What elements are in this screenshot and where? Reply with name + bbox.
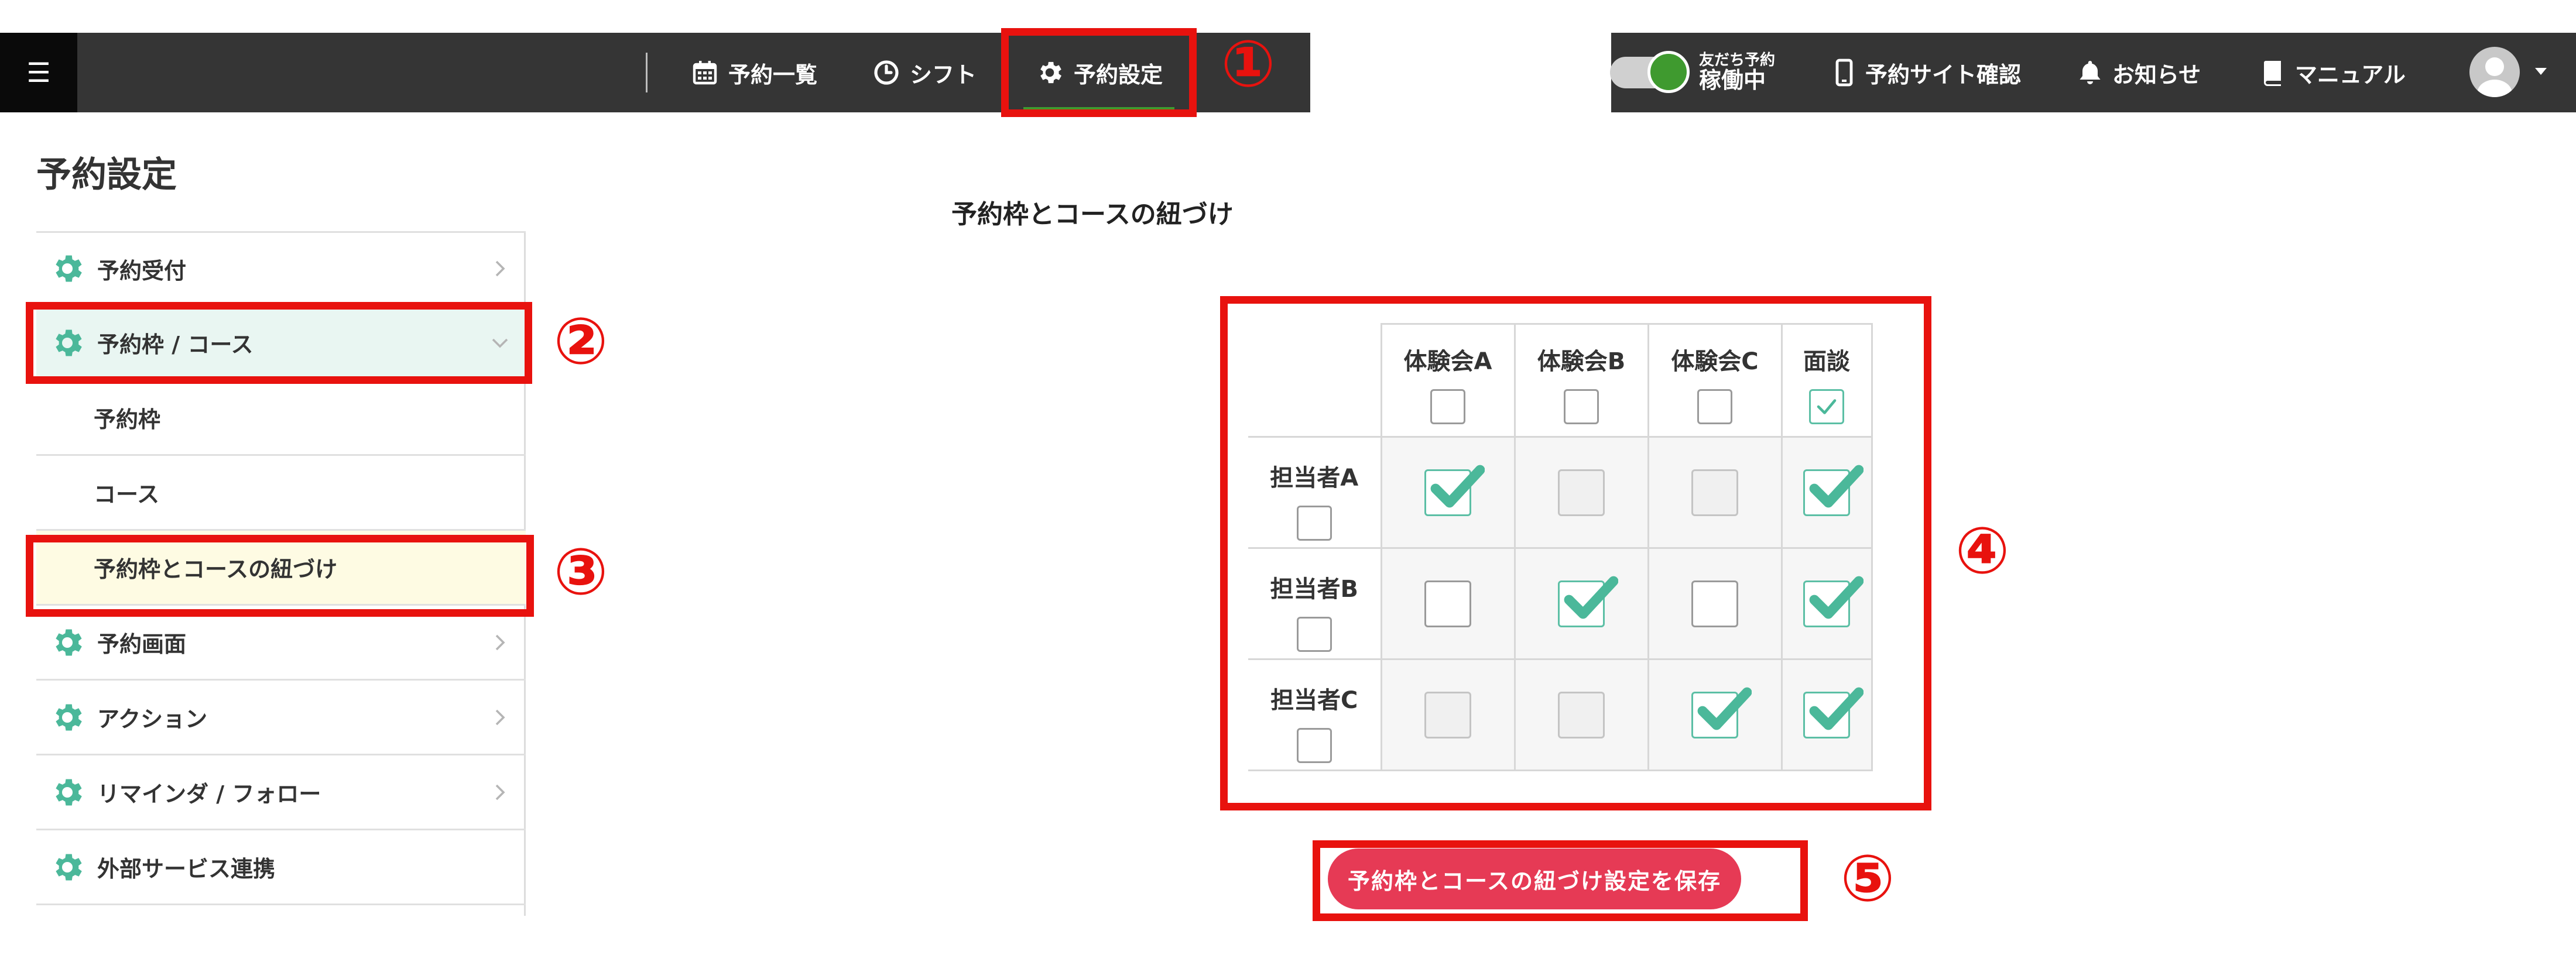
clock-icon [874, 60, 899, 85]
toggle-knob [1647, 51, 1690, 93]
toggle-caption: 友だち予約 [1699, 51, 1776, 70]
user-avatar[interactable] [2469, 47, 2520, 97]
annotation-frame-2 [26, 302, 532, 384]
toggle-text: 友だち予約 稼働中 [1699, 53, 1775, 92]
gear-icon [56, 629, 82, 655]
chevron-right-icon [495, 634, 505, 650]
annotation-number-3: ③ [553, 534, 608, 609]
gear-icon [56, 255, 82, 282]
gear-icon [56, 854, 82, 880]
calendar-icon [693, 61, 717, 85]
nav-shift[interactable]: シフト [872, 33, 977, 112]
hamburger-menu-icon[interactable]: ☰ [0, 33, 77, 112]
nav-reservation-list[interactable]: 予約一覧 [691, 33, 817, 112]
sidebar-item-label: 予約画面 [97, 631, 187, 657]
annotation-number-1: ① [1221, 26, 1276, 101]
annotation-frame-5 [1313, 840, 1808, 921]
friend-booking-toggle[interactable]: 友だち予約 稼働中 [1610, 48, 1775, 97]
book-icon [2264, 61, 2281, 86]
chevron-right-icon [495, 260, 505, 277]
toggle-status: 稼働中 [1699, 67, 1766, 93]
topbar-blank-area [1310, 33, 1611, 112]
sidebar-item-reception[interactable]: 予約受付 [36, 231, 526, 306]
sidebar-item-action[interactable]: アクション [36, 681, 526, 755]
bell-icon [2080, 61, 2101, 84]
gear-icon [56, 704, 82, 730]
sidebar-subitem-label: コース [94, 482, 160, 507]
sidebar-item-reminder-follow[interactable]: リマインダ / フォロー [36, 755, 526, 830]
annotation-number-5: ⑤ [1840, 841, 1895, 916]
nav-check-booking-site-label: 予約サイト確認 [1865, 61, 2022, 88]
page-title: 予約設定 [36, 154, 177, 195]
sidebar-item-label: アクション [97, 706, 208, 732]
gear-icon [56, 779, 82, 805]
sidebar-item-label: リマインダ / フォロー [97, 781, 321, 807]
user-icon [2477, 57, 2512, 97]
nav-manual-label: マニュアル [2295, 61, 2406, 88]
annotation-number-4: ④ [1955, 513, 2010, 588]
annotation-frame-4 [1220, 296, 1931, 810]
nav-divider [646, 53, 648, 92]
sidebar-item-booking-screen[interactable]: 予約画面 [36, 606, 526, 681]
toggle-switch[interactable] [1610, 51, 1690, 93]
chevron-right-icon [495, 709, 505, 725]
user-menu-caret-icon[interactable] [2535, 68, 2547, 75]
sidebar-item-external-services[interactable]: 外部サービス連携 [36, 830, 526, 905]
sidebar-subitem-courses[interactable]: コース [36, 456, 526, 531]
nav-manual[interactable]: マニュアル [2261, 33, 2406, 112]
phone-icon [1835, 59, 1853, 87]
sidebar-item-label: 外部サービス連携 [97, 856, 276, 882]
section-title: 予約枠とコースの紐づけ [951, 200, 1234, 229]
nav-notifications[interactable]: お知らせ [2077, 33, 2201, 112]
sidebar-item-label: 予約受付 [97, 257, 187, 284]
chevron-right-icon [495, 784, 505, 800]
nav-shift-label: シフト [910, 61, 977, 88]
nav-notifications-label: お知らせ [2112, 61, 2201, 88]
annotation-frame-1 [1001, 28, 1197, 117]
annotation-number-2: ② [553, 304, 608, 379]
annotation-frame-3 [26, 535, 534, 617]
sidebar-subitem-slots[interactable]: 予約枠 [36, 381, 526, 456]
sidebar-subitem-label: 予約枠 [94, 407, 161, 432]
nav-check-booking-site[interactable]: 予約サイト確認 [1832, 33, 2021, 112]
nav-reservation-list-label: 予約一覧 [728, 61, 818, 88]
